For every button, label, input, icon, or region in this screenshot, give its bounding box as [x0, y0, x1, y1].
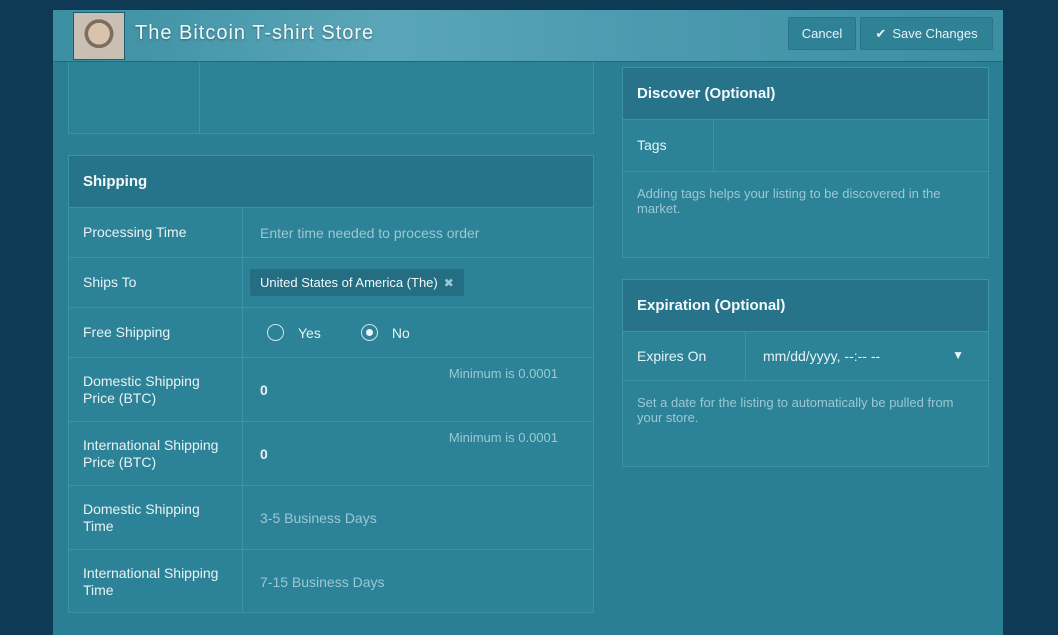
processing-time-row: Processing Time Enter time needed to pro… [69, 207, 593, 257]
domestic-price-hint: Minimum is 0.0001 [448, 366, 558, 381]
domestic-time-row: Domestic Shipping Time 3-5 Business Days [69, 485, 593, 549]
free-shipping-label: Free Shipping [69, 308, 243, 357]
processing-time-label: Processing Time [69, 208, 243, 257]
expires-on-row: Expires On mm/dd/yyyy, --:-- -- ▼ [623, 331, 988, 380]
ships-to-label: Ships To [69, 258, 243, 307]
ships-to-row: Ships To United States of America (The) … [69, 257, 593, 307]
international-price-row: International Shipping Price (BTC) 0 Min… [69, 421, 593, 485]
store-title: The Bitcoin T-shirt Store [135, 22, 375, 44]
expiration-panel: Expiration (Optional) Expires On mm/dd/y… [622, 279, 989, 467]
domestic-price-label: Domestic Shipping Price (BTC) [69, 358, 243, 421]
radio-yes[interactable] [267, 324, 284, 341]
expires-on-input[interactable]: mm/dd/yyyy, --:-- -- ▼ [746, 332, 988, 380]
radio-no-label: No [391, 324, 410, 341]
ships-to-field[interactable]: United States of America (The) ✖ [243, 258, 593, 307]
international-time-label: International Shipping Time [69, 550, 243, 613]
expiration-description-row: Set a date for the listing to automatica… [623, 380, 988, 439]
country-tag-label: United States of America (The) [260, 275, 438, 290]
store-header: The Bitcoin T-shirt Store Cancel ✔ Save … [53, 10, 1003, 62]
processing-time-input[interactable]: Enter time needed to process order [243, 208, 593, 257]
store-avatar [73, 12, 125, 60]
discover-title: Discover (Optional) [623, 68, 988, 119]
international-price-value: 0 [260, 445, 268, 462]
international-time-placeholder: 7-15 Business Days [260, 573, 385, 590]
domestic-time-placeholder: 3-5 Business Days [260, 509, 377, 526]
expiration-title: Expiration (Optional) [623, 280, 988, 331]
previous-panel [68, 62, 594, 134]
expiration-description: Set a date for the listing to automatica… [637, 395, 954, 425]
domestic-time-label: Domestic Shipping Time [69, 486, 243, 549]
cancel-button[interactable]: Cancel [788, 17, 856, 50]
panel-divider [199, 62, 200, 134]
cancel-button-label: Cancel [801, 26, 843, 41]
tags-label: Tags [623, 120, 714, 171]
app-window: The Bitcoin T-shirt Store Cancel ✔ Save … [53, 10, 1003, 635]
processing-time-placeholder: Enter time needed to process order [260, 224, 480, 241]
save-changes-button[interactable]: ✔ Save Changes [860, 17, 993, 50]
tags-input[interactable] [714, 120, 988, 171]
international-time-input[interactable]: 7-15 Business Days [243, 550, 593, 613]
check-icon: ✔ [875, 25, 887, 41]
shipping-panel: Shipping Processing Time Enter time need… [68, 155, 594, 613]
shipping-title: Shipping [69, 156, 593, 207]
expires-on-label: Expires On [623, 332, 746, 380]
domestic-price-input[interactable]: 0 Minimum is 0.0001 [243, 358, 593, 421]
radio-yes-label: Yes [298, 324, 321, 341]
free-shipping-row: Free Shipping Yes No [69, 307, 593, 357]
international-price-hint: Minimum is 0.0001 [448, 430, 558, 445]
tags-row: Tags [623, 119, 988, 171]
expires-on-value: mm/dd/yyyy, --:-- -- [763, 348, 881, 364]
close-icon[interactable]: ✖ [444, 276, 454, 290]
international-price-input[interactable]: 0 Minimum is 0.0001 [243, 422, 593, 485]
international-time-row: International Shipping Time 7-15 Busines… [69, 549, 593, 613]
domestic-price-value: 0 [260, 381, 268, 398]
discover-panel: Discover (Optional) Tags Adding tags hel… [622, 67, 989, 258]
save-button-label: Save Changes [892, 26, 978, 41]
discover-description: Adding tags helps your listing to be dis… [637, 186, 941, 216]
radio-no[interactable] [360, 324, 378, 341]
free-shipping-yes-option[interactable]: Yes [267, 324, 321, 341]
discover-description-row: Adding tags helps your listing to be dis… [623, 171, 988, 230]
domestic-time-input[interactable]: 3-5 Business Days [243, 486, 593, 549]
international-price-label: International Shipping Price (BTC) [69, 422, 243, 485]
free-shipping-no-option[interactable]: No [360, 324, 410, 341]
domestic-price-row: Domestic Shipping Price (BTC) 0 Minimum … [69, 357, 593, 421]
free-shipping-options: Yes No [243, 308, 593, 357]
country-tag: United States of America (The) ✖ [250, 269, 464, 296]
triangle-down-icon[interactable]: ▼ [952, 348, 964, 362]
